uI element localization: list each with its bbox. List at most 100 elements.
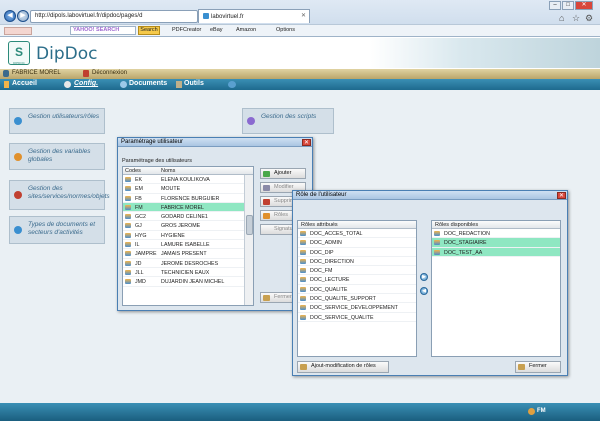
user-settings-dialog: Paramétrage utilisateur ✕ Paramétrage de… bbox=[117, 137, 313, 311]
move-left-icon[interactable]: ◀ bbox=[420, 287, 428, 295]
menu-documents[interactable]: Documents bbox=[129, 80, 167, 87]
list-item[interactable]: DOC_FM bbox=[298, 266, 416, 276]
browser-tab[interactable]: labovirtuel.fr ✕ bbox=[198, 9, 310, 23]
cell-code: EK bbox=[135, 177, 143, 183]
role-icon bbox=[300, 305, 306, 311]
toolbar-item-pdfcreator[interactable]: PDFCreator bbox=[172, 27, 201, 33]
toolbar-item-amazon[interactable]: Amazon bbox=[236, 27, 256, 33]
list-item[interactable]: DOC_QUALITE bbox=[298, 285, 416, 295]
list-item[interactable]: DOC_REDACTION bbox=[432, 229, 560, 239]
list-item[interactable]: DOC_QUALITE_SUPPORT bbox=[298, 294, 416, 304]
list-item[interactable]: DOC_STAGIAIRE bbox=[432, 238, 560, 248]
list-item[interactable]: DOC_DIP bbox=[298, 248, 416, 257]
role-icon bbox=[300, 258, 306, 264]
list-item[interactable]: DOC_SERVICE_DEVELOPPEMENT bbox=[298, 303, 416, 313]
menu-config[interactable]: Config. bbox=[74, 80, 98, 87]
list-item[interactable]: DOC_LECTURE bbox=[298, 275, 416, 285]
tile-users-roles[interactable]: Gestion utilisateurs/rôles bbox=[9, 108, 105, 134]
scrollbar[interactable] bbox=[244, 175, 253, 305]
close-icon[interactable]: ✕ bbox=[557, 192, 566, 199]
cell-name: GROS JEROME bbox=[161, 223, 201, 230]
scripts-icon bbox=[247, 117, 255, 125]
cell-code: JMD bbox=[135, 279, 146, 286]
back-icon[interactable]: ◀ bbox=[4, 10, 16, 22]
table-row[interactable]: JMD DUJARDIN JEAN MICHEL bbox=[123, 277, 253, 287]
user-icon bbox=[125, 251, 131, 257]
menu-accueil[interactable]: Accueil bbox=[12, 80, 37, 87]
available-header[interactable]: Rôles disponibles bbox=[435, 222, 478, 228]
scroll-thumb[interactable] bbox=[246, 215, 253, 235]
variables-icon bbox=[14, 152, 22, 161]
close-roles-button[interactable]: Fermer bbox=[515, 361, 561, 373]
role-label: DOC_REDACTION bbox=[444, 231, 490, 237]
forward-icon[interactable]: ▶ bbox=[17, 10, 29, 22]
search-button[interactable]: Search bbox=[138, 26, 160, 35]
toolbar-item-options[interactable]: Options bbox=[276, 27, 295, 33]
col-noms[interactable]: Noms bbox=[161, 168, 175, 174]
tools-icon[interactable]: ⚙ bbox=[585, 13, 593, 24]
window-controls: – □ ✕ bbox=[548, 1, 593, 10]
add-modify-roles-button[interactable]: Ajout-modification de rôles bbox=[297, 361, 389, 373]
col-codes[interactable]: Codes bbox=[125, 168, 141, 174]
users-table-body: EK ELENA KOULIKOVA EM MOUTE FB FLORENCE BURGU… bbox=[123, 175, 253, 287]
table-row[interactable]: IL LAMURE ISABELLE bbox=[123, 240, 253, 250]
assigned-header[interactable]: Rôles attribués bbox=[301, 222, 338, 228]
add-button[interactable]: Ajouter bbox=[260, 168, 306, 179]
table-row[interactable]: JAMPRE JAMAIS PRESENT bbox=[123, 249, 253, 259]
favorites-icon[interactable]: ☆ bbox=[572, 13, 580, 24]
home-icon[interactable]: ⌂ bbox=[559, 13, 564, 23]
cell-name: TECHNICIEN EAUX bbox=[161, 269, 210, 276]
table-row[interactable]: JLL TECHNICIEN EAUX bbox=[123, 268, 253, 278]
user-name: FABRICE MOREL bbox=[12, 70, 61, 76]
role-label: DOC_ACCES_TOTAL bbox=[310, 231, 363, 237]
page-icon bbox=[203, 13, 209, 19]
user-icon bbox=[3, 70, 9, 77]
logout-icon[interactable] bbox=[83, 70, 89, 77]
search-input[interactable]: YAHOO! SEARCH bbox=[70, 26, 136, 35]
role-label: DOC_SERVICE_QUALITE bbox=[310, 314, 374, 321]
table-row[interactable]: JD JEROME DESROCHES bbox=[123, 259, 253, 268]
tile-label: Gestion des variables globales bbox=[28, 148, 91, 163]
list-item[interactable]: DOC_TEST_AA bbox=[432, 247, 560, 257]
minimize-icon[interactable]: – bbox=[549, 1, 561, 10]
tile-label: Gestion des scripts bbox=[261, 113, 317, 120]
tile-scripts[interactable]: Gestion des scripts bbox=[242, 108, 334, 134]
button-label: Modifier bbox=[274, 184, 294, 190]
logout-link[interactable]: Déconnexion bbox=[92, 70, 127, 76]
close-window-icon[interactable]: ✕ bbox=[575, 1, 593, 10]
cell-name: GODARD CELINE1 bbox=[161, 214, 208, 221]
address-bar[interactable]: http://dipols.labovirtuel.fr/dipdoc/page… bbox=[30, 10, 198, 23]
button-label: Fermer bbox=[274, 294, 292, 300]
table-row[interactable]: GJ GROS JEROME bbox=[123, 221, 253, 231]
tile-global-variables[interactable]: Gestion des variables globales bbox=[9, 143, 105, 170]
tile-sites-services[interactable]: Gestion des sites/services/normes/objets bbox=[9, 180, 110, 210]
table-row[interactable]: FB FLORENCE BURGUIER bbox=[123, 194, 253, 203]
toolbar-item-ebay[interactable]: eBay bbox=[210, 27, 223, 33]
list-item[interactable]: DOC_DIRECTION bbox=[298, 257, 416, 267]
user-icon bbox=[125, 260, 131, 266]
tile-document-types[interactable]: Types de documents et secteurs d'activit… bbox=[9, 216, 105, 244]
maximize-icon[interactable]: □ bbox=[562, 1, 574, 10]
role-label: DOC_FM bbox=[310, 268, 333, 275]
user-icon bbox=[125, 214, 131, 220]
close-icon[interactable]: ✕ bbox=[302, 139, 311, 146]
button-label: Fermer bbox=[529, 363, 547, 369]
available-roles-list: Rôles disponibles DOC_REDACTION DOC_STAGI… bbox=[431, 220, 561, 357]
table-row[interactable]: EM MOUTE bbox=[123, 184, 253, 194]
table-row[interactable]: GC2 GODARD CELINE1 bbox=[123, 212, 253, 222]
cell-code: FM bbox=[135, 204, 143, 211]
menu-outils[interactable]: Outils bbox=[184, 80, 204, 87]
config-icon bbox=[64, 81, 71, 88]
list-item[interactable]: DOC_ACCES_TOTAL bbox=[298, 229, 416, 239]
help-icon[interactable] bbox=[228, 81, 236, 88]
move-right-icon[interactable]: ▶ bbox=[420, 273, 428, 281]
close-tab-icon[interactable]: ✕ bbox=[301, 12, 306, 19]
list-item[interactable]: DOC_ADMIN bbox=[298, 238, 416, 248]
list-item[interactable]: DOC_SERVICE_QUALITE bbox=[298, 313, 416, 322]
table-row[interactable]: FM FABRICE MOREL bbox=[123, 202, 253, 213]
addon-icon[interactable] bbox=[4, 27, 32, 35]
users-icon bbox=[14, 117, 22, 125]
table-row[interactable]: HYG HYGIENE bbox=[123, 231, 253, 241]
table-row[interactable]: EK ELENA KOULIKOVA bbox=[123, 175, 253, 185]
close-btn-icon bbox=[263, 295, 270, 301]
